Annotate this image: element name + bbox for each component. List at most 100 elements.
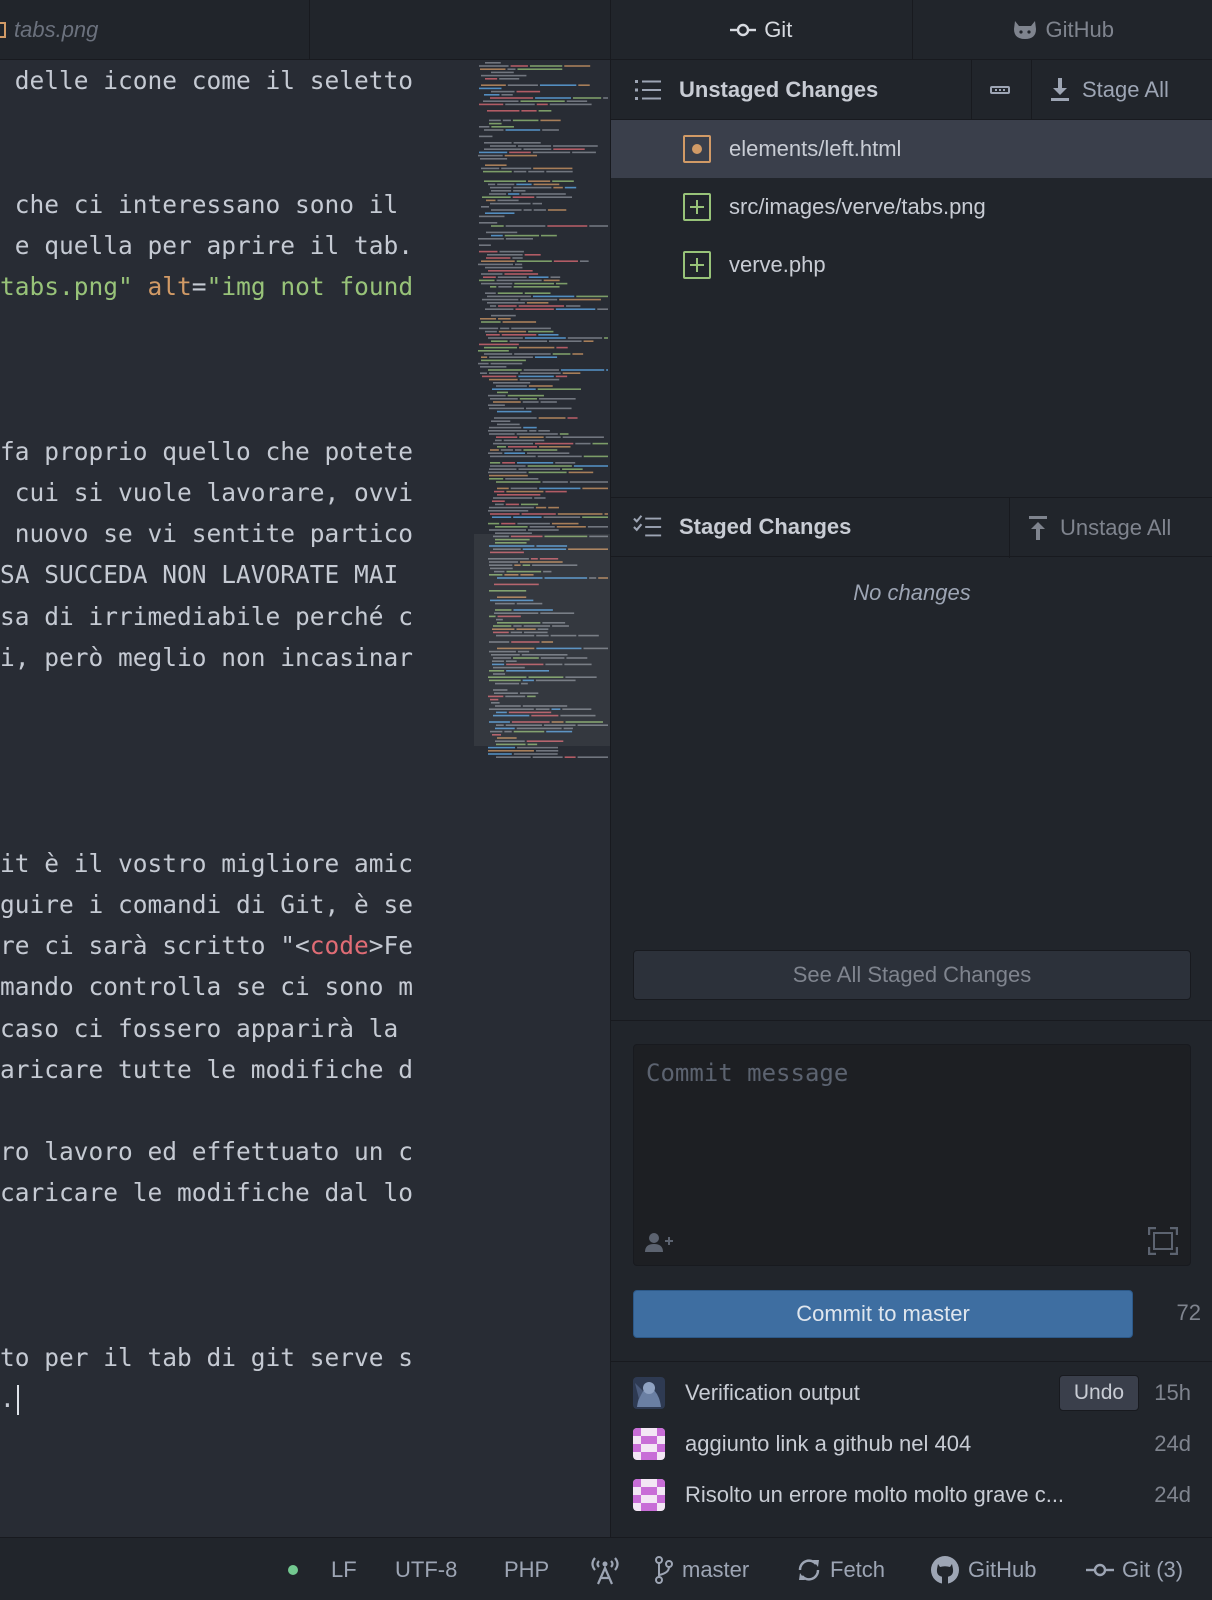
add-coauthor-icon[interactable] xyxy=(644,1231,674,1253)
grammar-selector[interactable]: PHP xyxy=(504,1538,549,1600)
minimap-line xyxy=(496,756,531,758)
download-icon xyxy=(1051,78,1069,101)
commit-button[interactable]: Commit to master xyxy=(633,1290,1133,1338)
code-line[interactable] xyxy=(0,760,475,802)
minimap-line xyxy=(536,103,548,106)
code-line[interactable]: delle icone come il seletto xyxy=(0,60,475,102)
minimap-line xyxy=(513,142,541,144)
minimap-line xyxy=(513,186,552,189)
git-status-button[interactable]: Git (3) xyxy=(1086,1538,1183,1600)
code-line[interactable]: caricare le modifiche dal lo xyxy=(0,1172,475,1214)
see-all-staged-button[interactable]: See All Staged Changes xyxy=(633,950,1191,1000)
code-line[interactable]: ro lavoro ed effettuato un c xyxy=(0,1131,475,1173)
minimap-line xyxy=(490,465,526,467)
code-line[interactable]: . xyxy=(0,1378,475,1420)
commit-message-input[interactable] xyxy=(646,1059,1176,1209)
tab-github[interactable]: GitHub xyxy=(911,0,1212,59)
encoding-selector[interactable]: UTF-8 xyxy=(395,1538,457,1600)
code-line[interactable]: e quella per aprire il tab. xyxy=(0,225,475,267)
minimap-line xyxy=(492,500,505,502)
code-line[interactable] xyxy=(0,1214,475,1256)
minimap-line xyxy=(479,279,495,282)
code-line[interactable] xyxy=(0,678,475,720)
minimap-line xyxy=(505,503,519,506)
code-line[interactable] xyxy=(0,307,475,349)
broadcast-icon xyxy=(591,1556,619,1584)
code-token: . xyxy=(0,1384,15,1414)
code-line[interactable] xyxy=(0,1090,475,1132)
code-line[interactable] xyxy=(0,390,475,432)
teletype-button[interactable] xyxy=(587,1538,623,1600)
minimap-line xyxy=(552,180,574,182)
code-line[interactable] xyxy=(0,101,475,143)
code-area[interactable]: delle icone come il seletto che ci inter… xyxy=(0,60,475,1537)
unstaged-file-row[interactable]: src/images/verve/tabs.png xyxy=(611,178,1212,236)
file-name: elements/left.html xyxy=(729,136,902,161)
code-line[interactable] xyxy=(0,719,475,761)
minimap-line xyxy=(536,196,573,198)
code-line[interactable] xyxy=(0,802,475,844)
code-line[interactable]: sa di irrimediabile perché c xyxy=(0,596,475,638)
minimap-visible-region[interactable] xyxy=(474,534,610,746)
minimap-line xyxy=(490,455,536,458)
code-line[interactable]: to per il tab di git serve s xyxy=(0,1337,475,1379)
branch-label: master xyxy=(682,1556,750,1582)
github-status-button[interactable]: GitHub xyxy=(930,1538,1036,1600)
minimap-line xyxy=(490,449,499,451)
minimap-line xyxy=(542,129,559,131)
tab-git[interactable]: Git xyxy=(611,0,912,59)
branch-selector[interactable]: master xyxy=(654,1538,749,1600)
code-line[interactable] xyxy=(0,348,475,390)
recent-commit-row[interactable]: Verification output Undo 15h xyxy=(611,1367,1212,1419)
tab-git-label: Git xyxy=(764,16,793,42)
unstaged-file-row[interactable]: elements/left.html xyxy=(611,120,1212,178)
code-line[interactable]: cui si vuole lavorare, ovvi xyxy=(0,472,475,514)
minimap-line xyxy=(566,305,581,307)
staged-header: Staged Changes Unstage All xyxy=(611,497,1212,558)
undo-commit-button[interactable]: Undo xyxy=(1059,1375,1139,1411)
git-panel: Git GitHub Unstaged Changes Stage All el… xyxy=(610,0,1212,1537)
code-line[interactable] xyxy=(0,1255,475,1297)
expand-editor-icon[interactable] xyxy=(1148,1227,1178,1255)
code-line[interactable]: nuovo se vi sentite partico xyxy=(0,513,475,555)
editor-tab[interactable]: tabs.png xyxy=(0,0,310,60)
minimap-line xyxy=(509,151,531,154)
minimap-line xyxy=(489,378,518,381)
stage-all-button[interactable]: Stage All xyxy=(1031,60,1212,120)
code-line[interactable]: i, però meglio non incasinar xyxy=(0,637,475,679)
minimap-line xyxy=(553,148,585,150)
fetch-button[interactable]: Fetch xyxy=(796,1538,885,1600)
code-line[interactable]: re ci sarà scritto "<code>Fe xyxy=(0,925,475,967)
code-line[interactable]: SA SUCCEDA NON LAVORATE MAI xyxy=(0,554,475,596)
file-added-icon xyxy=(683,193,711,221)
code-line[interactable] xyxy=(0,1296,475,1338)
code-line[interactable]: aricare tutte le modifiche d xyxy=(0,1049,475,1091)
line-ending-selector[interactable]: LF xyxy=(331,1538,357,1600)
minimap-line xyxy=(512,119,539,122)
unstaged-options-button[interactable] xyxy=(971,60,1031,120)
code-line[interactable]: che ci interessano sono il xyxy=(0,184,475,226)
minimap-line xyxy=(486,257,511,259)
editor-pane[interactable]: tabs.png delle icone come il seletto che… xyxy=(0,0,610,1537)
code-line[interactable]: tabs.png" alt="img not found xyxy=(0,266,475,308)
minimap-line xyxy=(487,295,531,298)
recent-commit-row[interactable]: Risolto un errore molto molto grave c...… xyxy=(611,1469,1212,1521)
code-line[interactable]: caso ci fossero apparirà la xyxy=(0,1008,475,1050)
minimap-line xyxy=(501,94,513,96)
code-line[interactable] xyxy=(0,142,475,184)
unstaged-file-row[interactable]: verve.php xyxy=(611,236,1212,294)
recent-commit-row[interactable]: aggiunto link a github nel 404 24d xyxy=(611,1418,1212,1470)
minimap-line xyxy=(497,487,509,490)
unstage-all-button[interactable]: Unstage All xyxy=(1009,498,1212,558)
code-line[interactable]: it è il vostro migliore amic xyxy=(0,843,475,885)
code-line[interactable]: mando controlla se ci sono m xyxy=(0,966,475,1008)
minimap-line xyxy=(488,522,500,525)
code-line[interactable]: guire i comandi di Git, è se xyxy=(0,884,475,926)
file-status-indicator[interactable] xyxy=(288,1538,298,1600)
code-token: guire i comandi di Git, è se xyxy=(0,890,414,919)
minimap-line xyxy=(515,308,554,310)
minimap-line xyxy=(587,526,608,528)
minimap-line xyxy=(480,372,487,374)
code-line[interactable]: fa proprio quello che potete xyxy=(0,431,475,473)
